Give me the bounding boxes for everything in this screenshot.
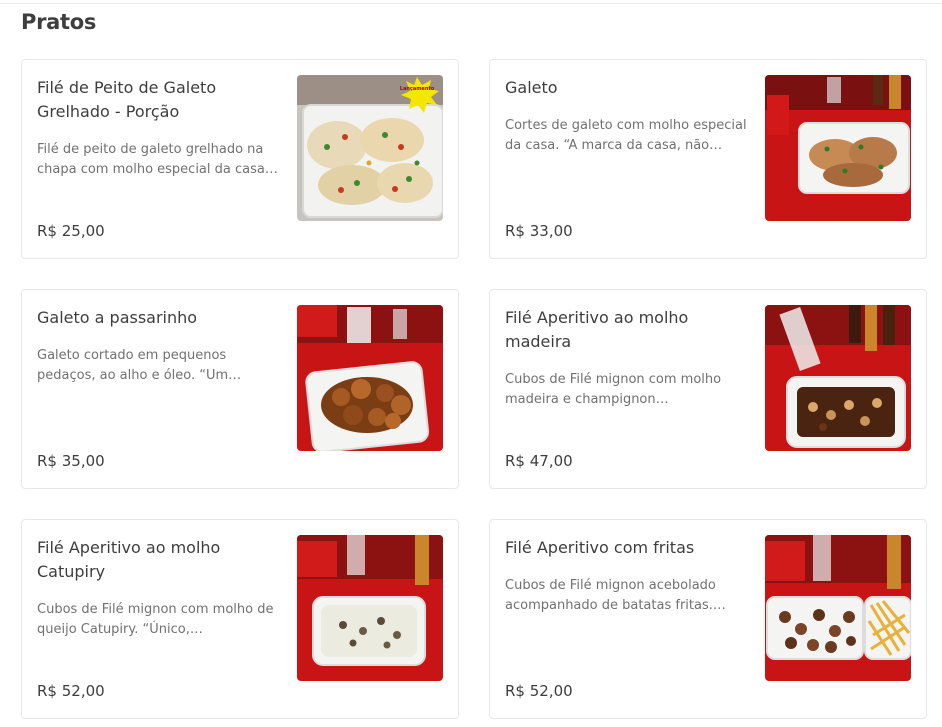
item-price: R$ 25,00 <box>37 222 105 240</box>
item-description: Cubos de Filé mignon com molho de queijo… <box>37 602 274 637</box>
item-description: Filé de peito de galeto grelhado na chap… <box>37 142 278 177</box>
item-price: R$ 52,00 <box>37 682 105 700</box>
item-name: Galeto a passarinho <box>37 308 198 327</box>
section-title: Pratos <box>21 10 97 34</box>
menu-item-card[interactable]: Galeto a passarinho Galeto cortado em pe… <box>21 289 459 489</box>
item-description: Cubos de Filé mignon com molho madeira e… <box>505 372 722 407</box>
item-description: Galeto cortado em pequenos pedaços, ao a… <box>37 348 242 383</box>
item-name: Filé Aperitivo com fritas <box>505 538 695 557</box>
item-name: Filé de Peito de Galeto Grelhado - Porçã… <box>37 78 217 121</box>
menu-item-card[interactable]: Galeto Cortes de galeto com molho especi… <box>489 59 927 259</box>
item-photo <box>297 535 443 681</box>
menu-item-card[interactable]: Filé Aperitivo ao molho Catupiry Cubos d… <box>21 519 459 719</box>
item-name: Galeto <box>505 78 558 97</box>
badge-text: Lançamento <box>399 86 435 92</box>
menu-item-card[interactable]: Filé Aperitivo com fritas Cubos de Filé … <box>489 519 927 719</box>
header-divider <box>0 0 942 4</box>
item-photo <box>297 305 443 451</box>
item-name: Filé Aperitivo ao molho Catupiry <box>37 538 221 581</box>
item-photo: Lançamento <box>297 75 443 221</box>
item-price: R$ 33,00 <box>505 222 573 240</box>
item-photo <box>765 305 911 451</box>
item-photo <box>765 75 911 221</box>
menu-item-card[interactable]: Filé de Peito de Galeto Grelhado - Porçã… <box>21 59 459 259</box>
item-price: R$ 35,00 <box>37 452 105 470</box>
item-price: R$ 47,00 <box>505 452 573 470</box>
item-name: Filé Aperitivo ao molho madeira <box>505 308 689 351</box>
item-description: Cubos de Filé mignon acebolado acompanha… <box>505 578 726 613</box>
menu-item-card[interactable]: Filé Aperitivo ao molho madeira Cubos de… <box>489 289 927 489</box>
item-description: Cortes de galeto com molho especial da c… <box>505 118 747 153</box>
item-photo <box>765 535 911 681</box>
item-price: R$ 52,00 <box>505 682 573 700</box>
